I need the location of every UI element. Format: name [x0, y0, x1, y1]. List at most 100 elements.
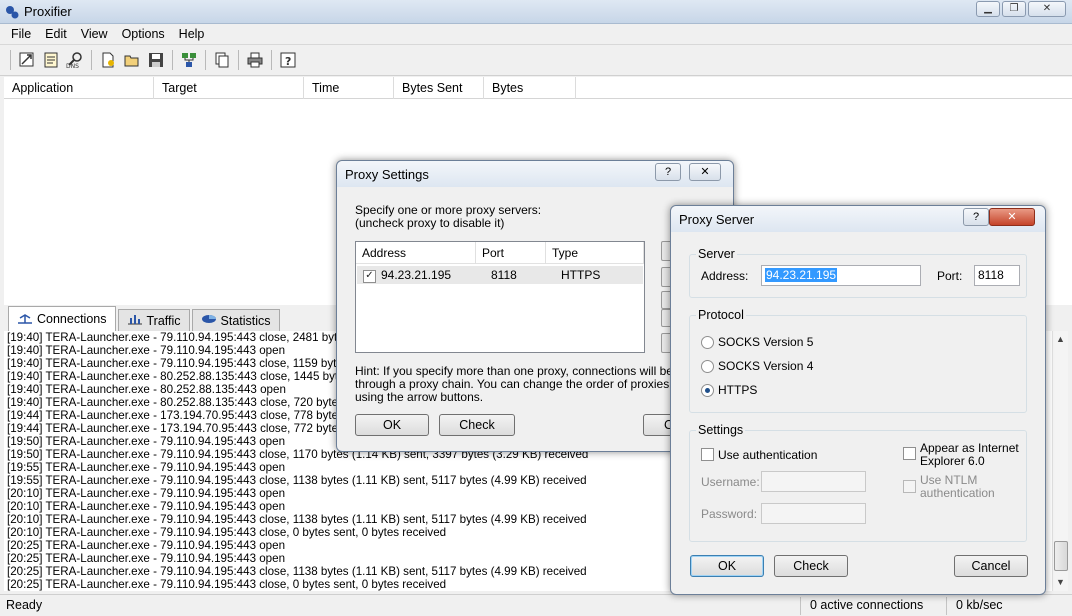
appear-ie-label-sub: Explorer 6.0: [920, 454, 985, 468]
column-bytes-received[interactable]: Bytes Received: [484, 77, 576, 117]
column-application[interactable]: Application: [4, 77, 154, 99]
proxy-type: HTTPS: [561, 268, 601, 282]
menu-edit[interactable]: Edit: [38, 24, 74, 44]
check-button[interactable]: Check: [774, 555, 848, 577]
port-input[interactable]: 8118: [974, 265, 1020, 286]
app-title: Proxifier: [24, 4, 72, 19]
proxy-list-header: Address Port Type: [356, 242, 644, 264]
check-button[interactable]: Check: [439, 414, 515, 436]
proxy-hint: through a proxy chain. You can change th…: [355, 377, 712, 391]
scroll-down-icon[interactable]: ▼: [1056, 577, 1065, 587]
proxification-rules-icon[interactable]: [40, 49, 62, 71]
statusbar: Ready 0 active connections 0 kb/sec: [0, 594, 1072, 616]
appear-ie-label: Appear as Internet: [920, 441, 1019, 455]
help-icon[interactable]: ?: [277, 49, 299, 71]
proxy-row[interactable]: ✓ 94.23.21.195 8118 HTTPS: [357, 266, 643, 284]
new-profile-icon[interactable]: [97, 49, 119, 71]
username-input[interactable]: [761, 471, 866, 492]
help-icon[interactable]: ?: [655, 163, 681, 181]
column-bytes-sent[interactable]: Bytes Sent: [394, 77, 484, 99]
toolbar-separator: [205, 50, 206, 70]
proxy-settings-titlebar[interactable]: Proxy Settings ? ✕: [337, 161, 733, 187]
proxifier-app-icon: [4, 4, 20, 20]
address-value: 94.23.21.195: [765, 268, 838, 282]
connections-header: Application Target Time Bytes Sent Bytes…: [4, 77, 1072, 117]
menu-help[interactable]: Help: [172, 24, 212, 44]
https-radio[interactable]: [701, 384, 714, 397]
proxy-server-titlebar[interactable]: Proxy Server ? ✕: [671, 206, 1045, 232]
password-label: Password:: [701, 507, 758, 521]
copy-icon[interactable]: [211, 49, 233, 71]
column-address[interactable]: Address: [356, 242, 476, 264]
toolbar-separator: [238, 50, 239, 70]
scroll-thumb[interactable]: [1054, 541, 1068, 571]
advanced-icon[interactable]: [178, 49, 200, 71]
minimize-icon[interactable]: ▁: [976, 1, 1000, 17]
use-ntlm-checkbox[interactable]: [903, 480, 916, 493]
log-scrollbar[interactable]: ▲ ▼: [1052, 331, 1068, 591]
proxy-servers-icon[interactable]: [16, 49, 38, 71]
proxy-server-dialog: Proxy Server ? ✕ Server Address: 94.23.2…: [670, 205, 1046, 595]
cancel-button[interactable]: Cancel: [954, 555, 1028, 577]
proxy-server-title: Proxy Server: [679, 212, 755, 227]
menubar: File Edit View Options Help: [0, 24, 1072, 44]
toolbar-separator: [10, 50, 11, 70]
proxy-address: 94.23.21.195: [381, 268, 452, 282]
status-divider: [800, 597, 801, 615]
status-text: Ready: [6, 598, 43, 612]
use-ntlm-label: Use NTLM: [920, 473, 978, 487]
proxy-list[interactable]: Address Port Type ✓ 94.23.21.195 8118 HT…: [355, 241, 645, 353]
column-time[interactable]: Time: [304, 77, 394, 99]
toolbar-separator: [172, 50, 173, 70]
ok-button[interactable]: OK: [355, 414, 429, 436]
save-profile-icon[interactable]: [145, 49, 167, 71]
https-label: HTTPS: [718, 383, 758, 397]
address-label: Address:: [701, 269, 749, 283]
proxy-hint: using the arrow buttons.: [355, 390, 484, 404]
protocol-group-label: Protocol: [696, 308, 746, 322]
toolbar-separator: [91, 50, 92, 70]
tab-statistics[interactable]: Statistics: [191, 309, 280, 331]
status-speed: 0 kb/sec: [956, 598, 1003, 612]
tab-connections-label: Connections: [37, 312, 107, 326]
close-icon[interactable]: ✕: [1028, 1, 1066, 17]
address-input[interactable]: 94.23.21.195: [761, 265, 921, 286]
main-titlebar[interactable]: Proxifier ▁ ❐ ✕: [0, 0, 1072, 24]
print-icon[interactable]: [244, 49, 266, 71]
close-icon[interactable]: ✕: [689, 163, 721, 181]
tab-statistics-label: Statistics: [220, 313, 271, 328]
menu-file[interactable]: File: [4, 24, 38, 44]
socks4-radio[interactable]: [701, 360, 714, 373]
ok-button[interactable]: OK: [690, 555, 764, 577]
port-label: Port:: [937, 269, 963, 283]
socks5-label: SOCKS Version 5: [718, 335, 814, 349]
menu-options[interactable]: Options: [115, 24, 172, 44]
menu-view[interactable]: View: [74, 24, 115, 44]
column-target[interactable]: Target: [154, 77, 304, 99]
column-port[interactable]: Port: [476, 242, 546, 264]
name-resolution-icon[interactable]: DNS: [64, 49, 86, 71]
socks4-label: SOCKS Version 4: [718, 359, 814, 373]
use-auth-checkbox[interactable]: [701, 448, 714, 461]
maximize-icon[interactable]: ❐: [1002, 1, 1026, 17]
scroll-up-icon[interactable]: ▲: [1056, 334, 1065, 344]
column-type[interactable]: Type: [546, 242, 644, 264]
close-icon[interactable]: ✕: [989, 208, 1035, 226]
tab-connections[interactable]: Connections: [8, 306, 116, 331]
proxy-enabled-checkbox[interactable]: ✓: [363, 269, 376, 283]
open-profile-icon[interactable]: [121, 49, 143, 71]
help-icon[interactable]: ?: [963, 208, 989, 226]
status-divider: [946, 597, 947, 615]
proxy-port: 8118: [491, 268, 517, 282]
proxy-settings-title: Proxy Settings: [345, 167, 429, 182]
socks5-radio[interactable]: [701, 336, 714, 349]
statistics-icon: [201, 313, 217, 328]
server-group-label: Server: [696, 247, 737, 261]
status-active-connections: 0 active connections: [810, 598, 924, 612]
tab-traffic[interactable]: Traffic: [117, 309, 190, 331]
proxy-hint: Hint: If you specify more than one proxy…: [355, 364, 709, 378]
password-input[interactable]: [761, 503, 866, 524]
traffic-icon: [127, 313, 143, 328]
appear-ie-checkbox[interactable]: [903, 447, 916, 460]
toolbar-separator: [271, 50, 272, 70]
